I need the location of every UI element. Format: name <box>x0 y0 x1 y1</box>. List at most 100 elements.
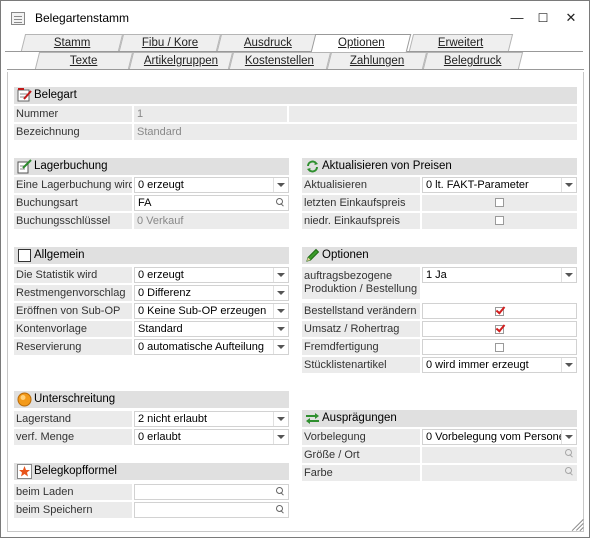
letzten-ek-cell <box>422 195 577 211</box>
sub-op-dropdown[interactable]: 0 Keine Sub-OP erzeugen <box>134 303 289 319</box>
auftragsbezogen-dropdown[interactable]: 1 Ja <box>422 267 577 283</box>
tab-optionen[interactable]: Optionen <box>310 34 412 52</box>
row-bestellstand: Bestellstand verändern <box>302 303 577 319</box>
tab-erweitert[interactable]: Erweitert <box>408 34 514 51</box>
section-belegkopfformel: Belegkopfformel <box>14 463 289 480</box>
tab-divider <box>7 69 584 70</box>
bezeichnung-field: Standard <box>134 124 577 140</box>
beim-speichern-field[interactable] <box>134 502 289 518</box>
row-buchungsschluessel: Buchungsschlüssel 0 Verkauf <box>14 213 289 229</box>
tab-kostenstellen[interactable]: Kostenstellen <box>228 52 332 69</box>
search-icon[interactable] <box>565 449 574 458</box>
farbe-field <box>422 465 577 481</box>
chevron-down-icon[interactable] <box>277 435 285 439</box>
chevron-down-icon[interactable] <box>277 345 285 349</box>
arrows-icon <box>306 413 319 424</box>
tab-stamm[interactable]: Stamm <box>20 34 124 51</box>
row-aktualisieren: Aktualisieren 0 lt. FAKT-Parameter <box>302 177 577 193</box>
chevron-down-icon[interactable] <box>277 183 285 187</box>
search-icon[interactable] <box>276 487 285 496</box>
tab-row-bottom: Texte Artikelgruppen Kostenstellen Zahlu… <box>1 52 590 69</box>
section-lagerbuchung: Lagerbuchung <box>14 158 289 175</box>
tab-artikelgruppen[interactable]: Artikelgruppen <box>128 52 234 69</box>
row-farbe: Farbe <box>302 465 577 481</box>
umsatz-cell <box>422 321 577 337</box>
stuecklisten-dropdown[interactable]: 0 wird immer erzeugt <box>422 357 577 373</box>
window: Belegartenstamm — ☐ ✕ Stamm Fibu / Kore … <box>0 0 590 538</box>
fremdfertigung-checkbox[interactable] <box>494 343 504 352</box>
chevron-down-icon[interactable] <box>277 417 285 421</box>
blank-page-icon <box>18 249 31 262</box>
row-letzten-ek: letzten Einkaufspreis <box>302 195 577 211</box>
tab-fibu-kore[interactable]: Fibu / Kore <box>118 34 222 51</box>
bestellstand-checkbox[interactable] <box>494 307 504 316</box>
row-umsatz: Umsatz / Rohertrag <box>302 321 577 337</box>
pencil-icon <box>306 248 320 262</box>
row-stuecklistenartikel: Stücklistenartikel 0 wird immer erzeugt <box>302 357 577 373</box>
filler <box>289 106 577 122</box>
resize-grip-icon[interactable] <box>571 519 584 532</box>
section-optionen: Optionen <box>302 247 577 264</box>
restmengen-dropdown[interactable]: 0 Differenz <box>134 285 289 301</box>
search-icon[interactable] <box>276 198 285 207</box>
groesse-ort-field <box>422 447 577 463</box>
star-icon <box>17 464 32 479</box>
row-verf-menge: verf. Menge 0 erlaubt <box>14 429 289 445</box>
row-lagerbuchung-wird: Eine Lagerbuchung wird 0 erzeugt <box>14 177 289 193</box>
orange-circle-icon <box>17 392 32 407</box>
umsatz-checkbox[interactable] <box>494 325 504 334</box>
chevron-down-icon[interactable] <box>565 363 573 367</box>
lagerstand-dropdown[interactable]: 2 nicht erlaubt <box>134 411 289 427</box>
row-statistik: Die Statistik wird 0 erzeugt <box>14 267 289 283</box>
verf-menge-dropdown[interactable]: 0 erlaubt <box>134 429 289 445</box>
chevron-down-icon[interactable] <box>565 435 573 439</box>
buchungsschluessel-field: 0 Verkauf <box>134 213 289 229</box>
kontenvorlage-dropdown[interactable]: Standard <box>134 321 289 337</box>
niedr-ek-checkbox[interactable] <box>494 216 504 225</box>
row-niedr-ek: niedr. Einkaufspreis <box>302 213 577 229</box>
statistik-dropdown[interactable]: 0 erzeugt <box>134 267 289 283</box>
chevron-down-icon[interactable] <box>277 291 285 295</box>
aktualisieren-dropdown[interactable]: 0 lt. FAKT-Parameter <box>422 177 577 193</box>
search-icon[interactable] <box>276 505 285 514</box>
lagerbuchung-dropdown[interactable]: 0 erzeugt <box>134 177 289 193</box>
blank <box>422 283 577 299</box>
section-allgemein: Allgemein <box>14 247 289 264</box>
close-button[interactable]: ✕ <box>562 10 580 26</box>
chevron-down-icon[interactable] <box>565 273 573 277</box>
tab-texte[interactable]: Texte <box>34 52 134 69</box>
row-lagerstand: Lagerstand 2 nicht erlaubt <box>14 411 289 427</box>
buchungsart-field[interactable]: FA <box>134 195 289 211</box>
section-auspraegungen: Ausprägungen <box>302 410 577 427</box>
nummer-field: 1 <box>134 106 287 122</box>
beim-laden-field[interactable] <box>134 484 289 500</box>
notebook-pencil-icon <box>17 159 32 174</box>
window-title: Belegartenstamm <box>35 11 130 25</box>
refresh-icon <box>307 160 318 173</box>
chevron-down-icon[interactable] <box>277 327 285 331</box>
tab-zahlungen[interactable]: Zahlungen <box>326 52 428 69</box>
tab-row-top: Stamm Fibu / Kore Ausdruck Optionen Erwe… <box>1 34 590 52</box>
chevron-down-icon[interactable] <box>565 183 573 187</box>
chevron-down-icon[interactable] <box>277 309 285 313</box>
maximize-button[interactable]: ☐ <box>534 10 552 26</box>
chevron-down-icon[interactable] <box>277 273 285 277</box>
section-preise: Aktualisieren von Preisen <box>302 158 577 175</box>
app-icon <box>11 12 25 25</box>
search-icon[interactable] <box>565 467 574 476</box>
minimize-button[interactable]: — <box>508 10 526 26</box>
row-groesse-ort: Größe / Ort <box>302 447 577 463</box>
tab-belegdruck[interactable]: Belegdruck <box>422 52 524 69</box>
reservierung-dropdown[interactable]: 0 automatische Aufteilung <box>134 339 289 355</box>
title-bar: Belegartenstamm — ☐ ✕ <box>1 1 589 35</box>
row-nummer: Nummer 1 <box>14 106 577 122</box>
tab-ausdruck[interactable]: Ausdruck <box>216 34 320 51</box>
row-beim-speichern: beim Speichern <box>14 502 289 518</box>
vorbelegung-dropdown[interactable]: 0 Vorbelegung vom Personen <box>422 429 577 445</box>
letzten-ek-checkbox[interactable] <box>494 198 504 207</box>
row-vorbelegung: Vorbelegung 0 Vorbelegung vom Personen <box>302 429 577 445</box>
bestellstand-cell <box>422 303 577 319</box>
row-sub-op: Eröffnen von Sub-OP 0 Keine Sub-OP erzeu… <box>14 303 289 319</box>
row-beim-laden: beim Laden <box>14 484 289 500</box>
row-reservierung: Reservierung 0 automatische Aufteilung <box>14 339 289 355</box>
